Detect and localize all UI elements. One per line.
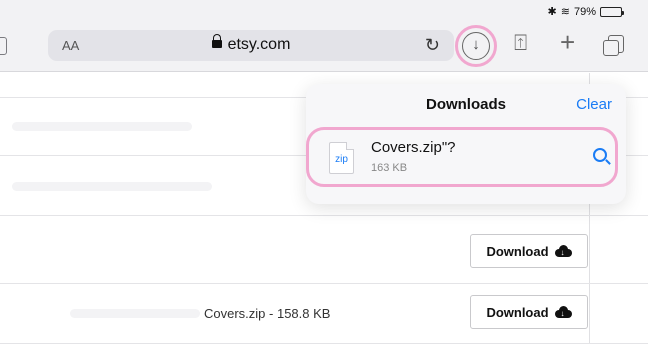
- download-button[interactable]: Download ↓: [470, 295, 588, 329]
- clear-button[interactable]: Clear: [576, 96, 612, 113]
- status-bar: ✱ ≋ 79%: [0, 0, 648, 22]
- blurred-text: [12, 182, 212, 191]
- share-icon[interactable]: ⍐: [514, 30, 527, 56]
- download-button-label: Download: [486, 304, 549, 320]
- battery-icon: [600, 6, 624, 17]
- screen: ✱ ≋ 79% AA etsy.com ↻ ↓ ⍐ + Download ↓ C…: [0, 0, 648, 350]
- zip-file-icon: zip: [329, 142, 354, 174]
- downloads-popover: Downloads Clear zip Covers.zip"? 163 KB: [306, 84, 626, 204]
- sidebar-icon[interactable]: [0, 37, 7, 55]
- download-item-name: Covers.zip"?: [371, 139, 456, 156]
- new-tab-icon[interactable]: +: [560, 27, 575, 58]
- page-row: Covers.zip - 158.8 KB Download ↓: [0, 284, 648, 344]
- domain-text: etsy.com: [227, 36, 291, 53]
- tabs-overview-icon[interactable]: [603, 35, 624, 56]
- download-button[interactable]: Download ↓: [470, 234, 588, 268]
- reload-icon[interactable]: ↻: [425, 35, 440, 56]
- signal-icon: ✱: [547, 6, 557, 18]
- download-item-size: 163 KB: [371, 162, 408, 174]
- downloads-button-icon[interactable]: ↓: [462, 32, 490, 60]
- cloud-download-icon: ↓: [554, 306, 572, 318]
- file-label: Covers.zip - 158.8 KB: [204, 306, 331, 321]
- browser-toolbar: AA etsy.com ↻ ↓ ⍐ +: [0, 22, 648, 72]
- wifi-icon: ≋: [560, 6, 570, 18]
- download-button-label: Download: [486, 243, 549, 259]
- blurred-text: [12, 122, 192, 131]
- status-indicators: ✱ ≋ 79%: [547, 5, 624, 18]
- download-item[interactable]: zip Covers.zip"? 163 KB: [306, 127, 618, 187]
- page-row: Download ↓: [0, 216, 648, 284]
- blurred-text: [70, 309, 200, 318]
- address-bar[interactable]: AA etsy.com ↻: [48, 30, 454, 61]
- reveal-search-icon[interactable]: [593, 148, 607, 162]
- cloud-download-icon: ↓: [554, 245, 572, 257]
- address-domain[interactable]: etsy.com: [48, 34, 454, 54]
- battery-percent: 79%: [573, 5, 596, 18]
- lock-icon: [211, 34, 222, 48]
